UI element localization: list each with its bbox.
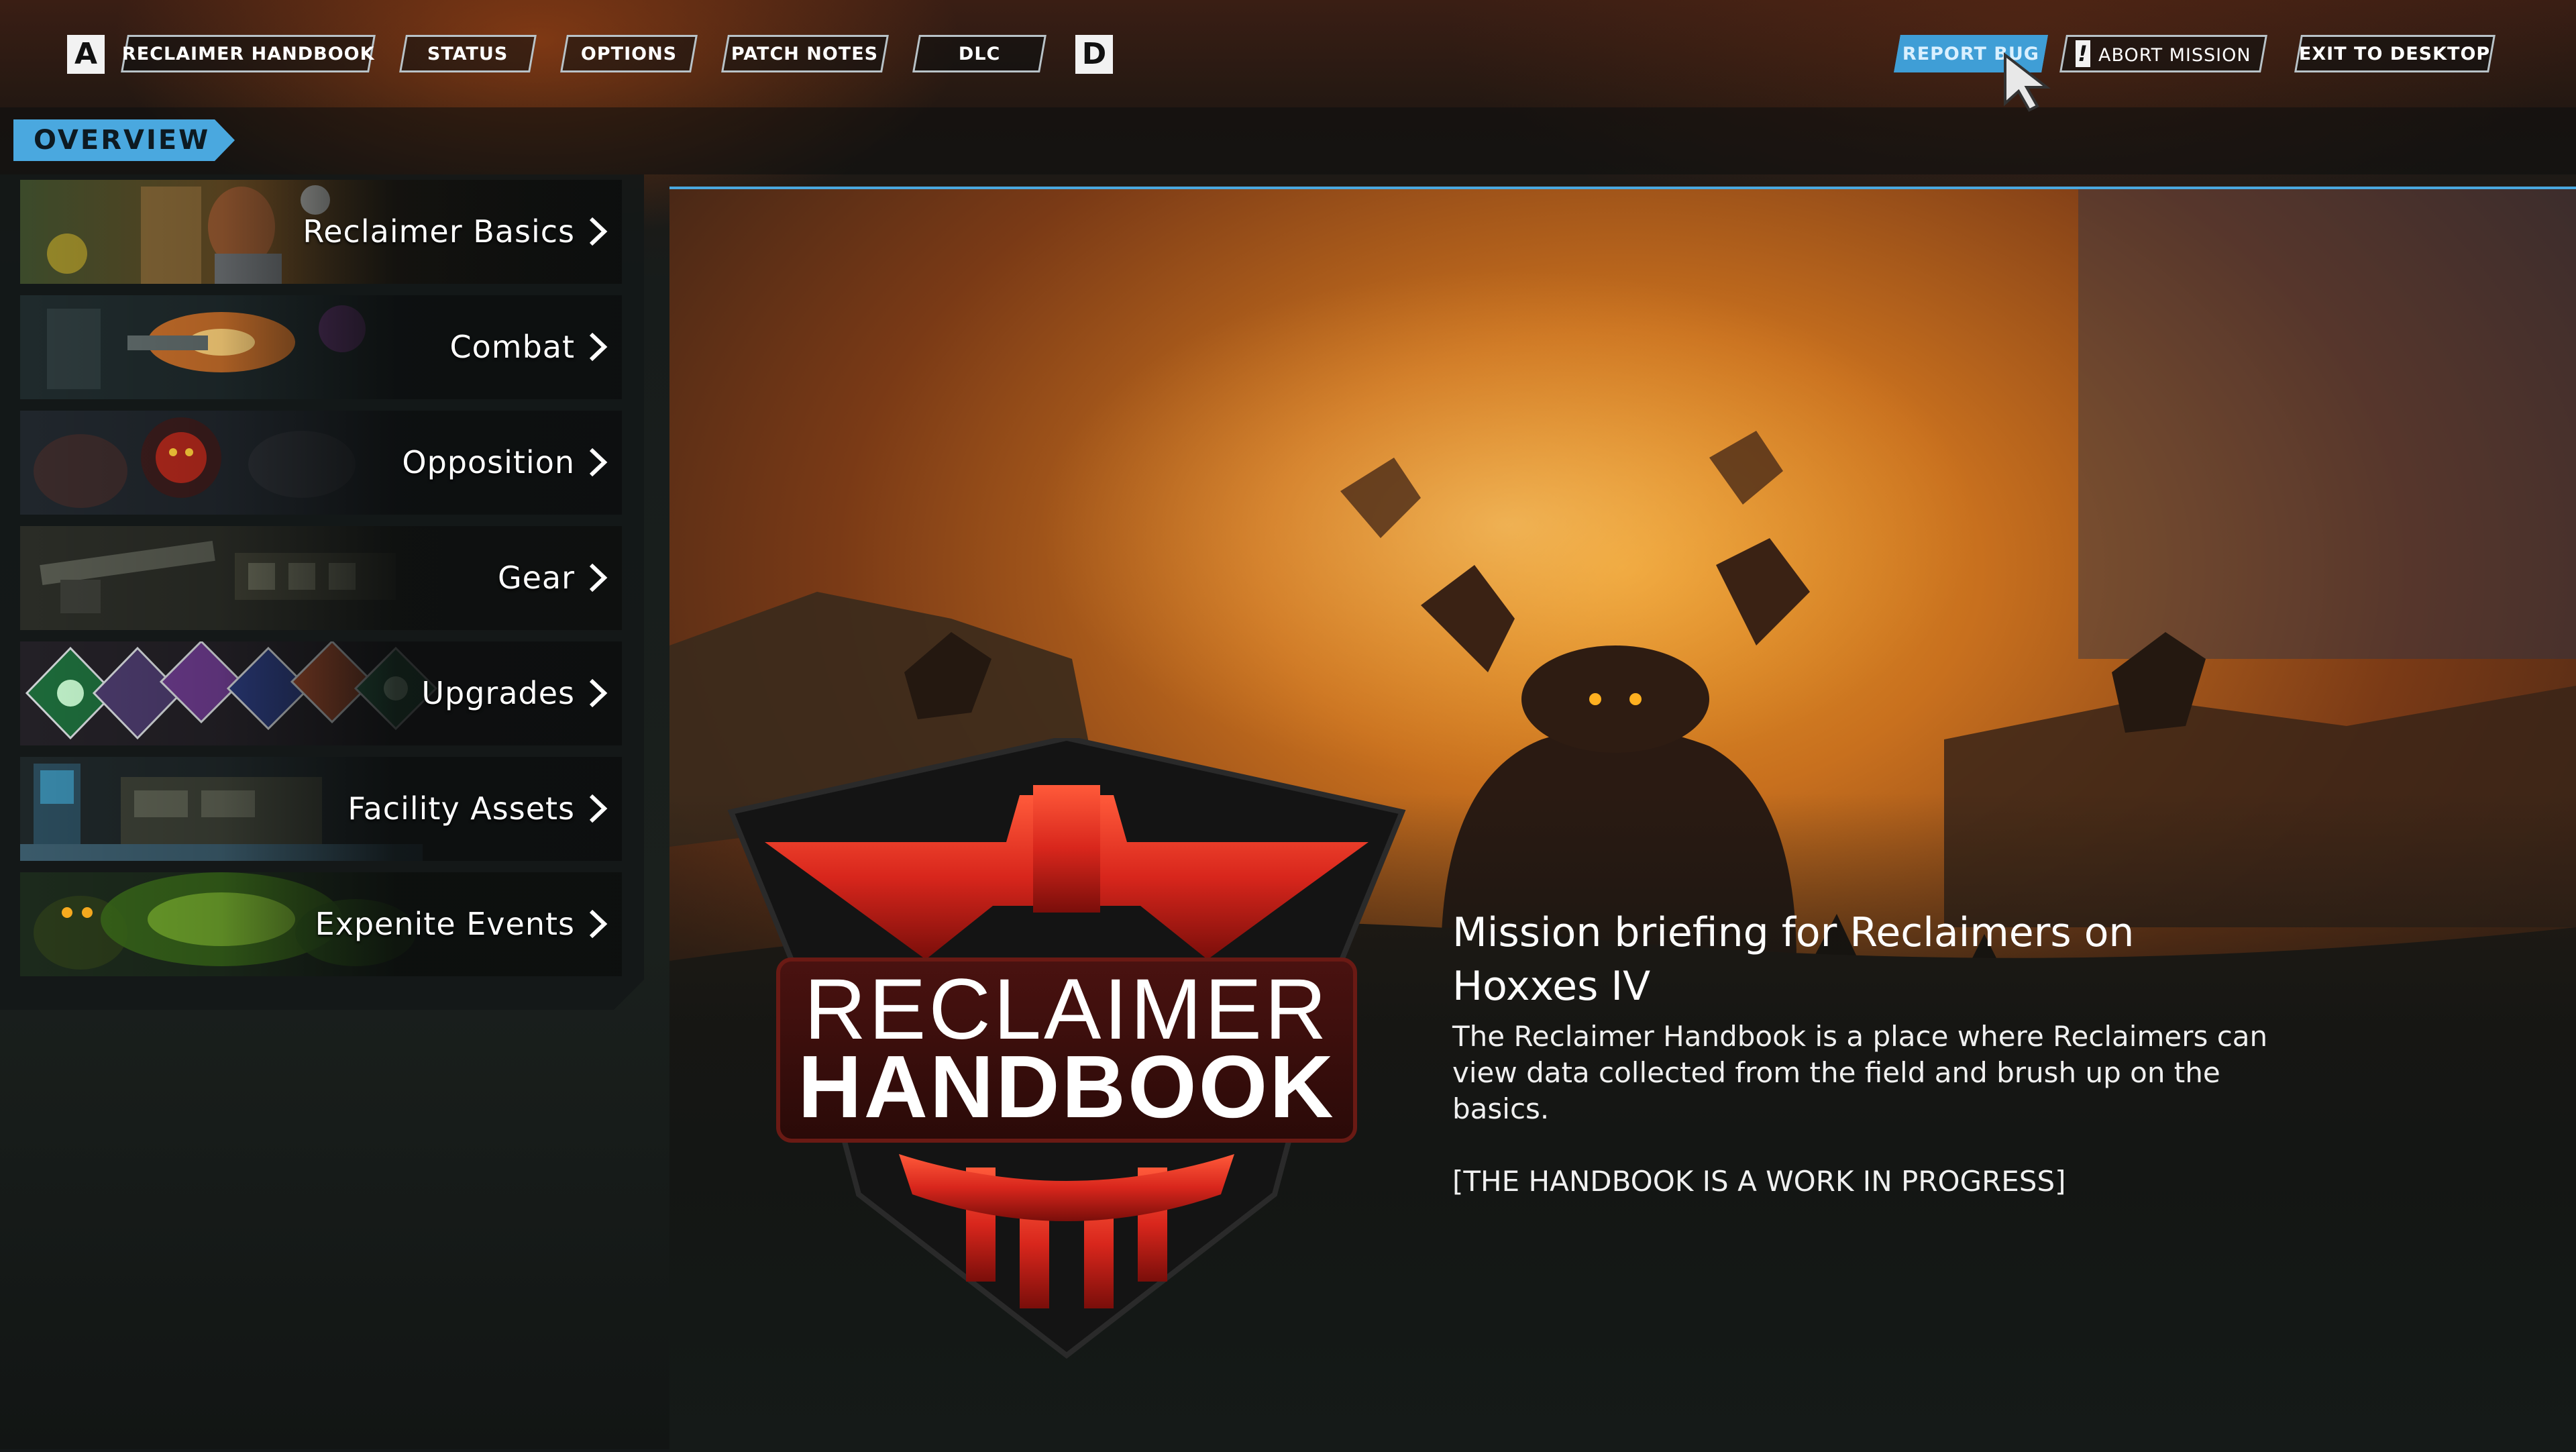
overview-tab-label: OVERVIEW — [34, 125, 211, 156]
sidebar-item-label: Upgrades — [421, 675, 575, 711]
chevron-right-icon — [589, 678, 608, 708]
tab-label: PATCH NOTES — [731, 43, 879, 64]
tab-patch-notes[interactable]: PATCH NOTES — [721, 35, 889, 72]
chevron-right-icon — [589, 794, 608, 823]
tab-label: STATUS — [427, 43, 508, 64]
sidebar-item-expenite-events[interactable]: Expenite Events — [20, 872, 622, 976]
briefing-title: Mission briefing for Reclaimers on Hoxxe… — [1452, 909, 2135, 1010]
tab-label: OPTIONS — [580, 43, 678, 64]
sidebar-item-reclaimer-basics[interactable]: Reclaimer Basics — [20, 180, 622, 284]
sidebar-item-label: Combat — [449, 329, 575, 365]
exit-to-desktop-button[interactable]: EXIT TO DESKTOP — [2294, 35, 2496, 72]
sidebar-item-label: Gear — [497, 560, 575, 596]
briefing-note: [THE HANDBOOK IS A WORK IN PROGRESS] — [1452, 1165, 2066, 1198]
briefing-body: The Reclaimer Handbook is a place where … — [1452, 1020, 2268, 1125]
key-hint-d: D — [1075, 35, 1113, 74]
sidebar-item-facility-assets[interactable]: Facility Assets — [20, 757, 622, 861]
mouse-cursor-icon — [2004, 52, 2051, 112]
chevron-right-icon — [589, 563, 608, 592]
sidebar-item-label: Reclaimer Basics — [303, 213, 575, 250]
emblem-title-line2: HANDBOOK — [798, 1037, 1336, 1136]
tab-status[interactable]: STATUS — [399, 35, 537, 72]
sidebar-item-upgrades[interactable]: Upgrades — [20, 641, 622, 745]
top-navigation: A RECLAIMER HANDBOOK STATUS OPTIONS PATC… — [0, 0, 2576, 107]
sidebar-item-label: Facility Assets — [347, 790, 575, 827]
chevron-right-icon — [589, 332, 608, 362]
abort-mission-content: ! ABORT MISSION — [2076, 40, 2251, 67]
sidebar: Reclaimer Basics Combat Opposition Gear … — [0, 174, 644, 1010]
sidebar-item-label: Opposition — [402, 444, 575, 480]
chevron-right-icon — [589, 448, 608, 477]
tab-reclaimer-handbook[interactable]: RECLAIMER HANDBOOK — [121, 35, 376, 72]
tab-label: DLC — [958, 43, 1001, 64]
tab-label: RECLAIMER HANDBOOK — [121, 43, 375, 64]
sidebar-item-label: Expenite Events — [315, 906, 575, 942]
overview-tab[interactable]: OVERVIEW — [13, 119, 235, 161]
sidebar-item-combat[interactable]: Combat — [20, 295, 622, 399]
abort-mission-button[interactable]: ! ABORT MISSION — [2059, 35, 2267, 72]
exit-to-desktop-label: EXIT TO DESKTOP — [2299, 43, 2491, 64]
sidebar-item-opposition[interactable]: Opposition — [20, 411, 622, 515]
abort-mission-label: ABORT MISSION — [2098, 45, 2251, 66]
tab-options[interactable]: OPTIONS — [560, 35, 698, 72]
mission-briefing: Mission briefing for Reclaimers on Hoxxe… — [1452, 906, 2277, 1200]
chevron-right-icon — [589, 909, 608, 939]
chevron-right-icon — [589, 217, 608, 246]
tab-dlc[interactable]: DLC — [912, 35, 1046, 72]
alert-icon: ! — [2076, 40, 2091, 67]
section-header-strip — [0, 107, 2576, 174]
sidebar-item-gear[interactable]: Gear — [20, 526, 622, 630]
key-hint-a: A — [67, 35, 105, 74]
